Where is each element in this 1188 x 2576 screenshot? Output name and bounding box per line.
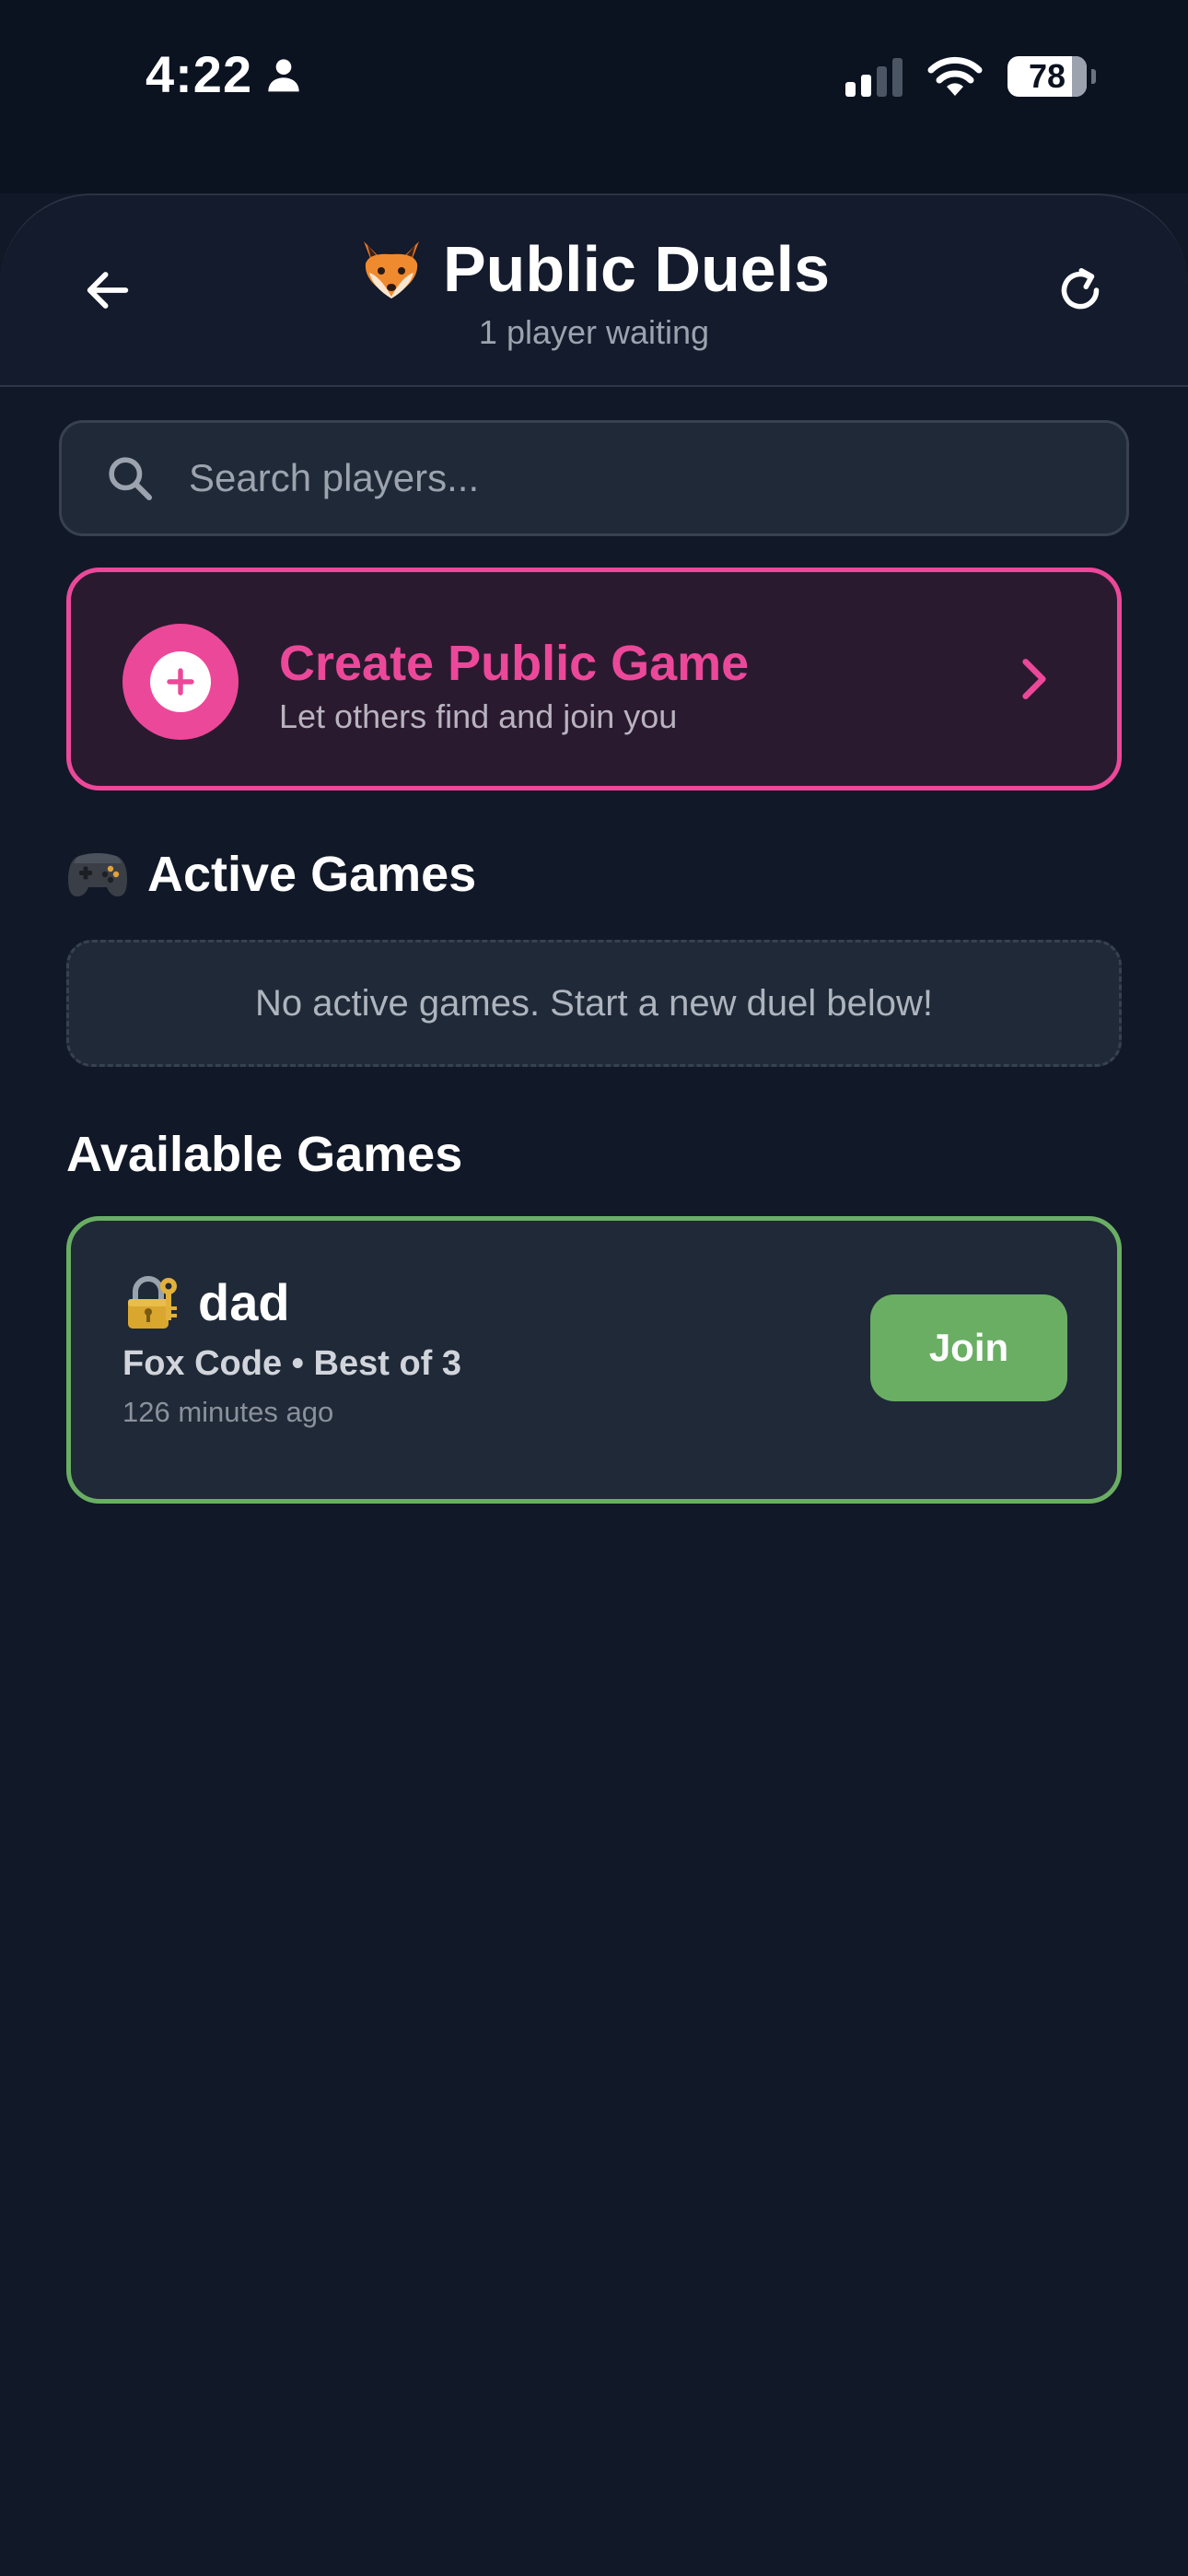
battery-icon: 78	[1007, 56, 1096, 97]
status-bar: 4:22 78	[0, 0, 1188, 193]
chevron-right-icon	[1022, 659, 1046, 699]
status-time-text: 4:22	[146, 45, 253, 103]
game-details: Fox Code • Best of 3	[122, 1344, 462, 1383]
players-waiting-count: 1 player waiting	[478, 313, 710, 351]
join-button[interactable]: Join	[870, 1294, 1067, 1401]
refresh-button[interactable]	[1048, 258, 1112, 322]
status-time: 4:22	[146, 44, 302, 104]
refresh-icon	[1061, 268, 1100, 310]
available-games-heading: Available Games	[66, 1127, 463, 1182]
fox-icon	[363, 241, 419, 299]
game-timestamp: 126 minutes ago	[122, 1396, 334, 1428]
game-card: dad Fox Code • Best of 3 126 minutes ago…	[66, 1216, 1122, 1504]
gamepad-icon	[68, 853, 127, 896]
game-host-name-text: dad	[198, 1273, 290, 1331]
header: Public Duels 1 player waiting	[0, 193, 1188, 387]
create-public-game-button[interactable]: Create Public Game Let others find and j…	[66, 568, 1122, 790]
signal-icon	[845, 56, 903, 97]
active-games-empty-state: No active games. Start a new duel below!	[66, 940, 1122, 1067]
create-game-title: Create Public Game	[279, 636, 750, 691]
active-games-heading-text: Active Games	[147, 847, 477, 902]
battery-level: 78	[1028, 57, 1066, 95]
person-icon	[268, 58, 299, 91]
search-icon	[109, 457, 153, 501]
game-host-name: dad	[122, 1272, 290, 1332]
plus-icon	[122, 624, 239, 740]
create-game-subtitle: Let others find and join you	[279, 697, 678, 735]
status-indicators: 78	[845, 55, 1096, 98]
wifi-icon	[926, 55, 984, 98]
page-title-text: Public Duels	[442, 233, 831, 305]
page-title: Public Duels	[0, 232, 1188, 306]
lock-key-icon	[128, 1275, 177, 1329]
search-input[interactable]	[187, 455, 1126, 501]
active-games-heading: Active Games	[66, 846, 476, 903]
search-bar[interactable]	[59, 420, 1129, 536]
